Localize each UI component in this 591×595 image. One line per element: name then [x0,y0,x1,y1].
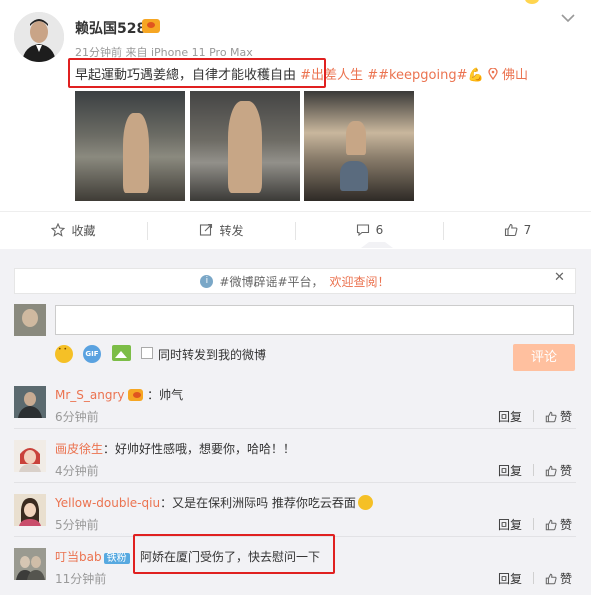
author-avatar[interactable] [14,12,64,62]
divider [533,518,534,530]
comment-divider [14,482,576,483]
comment-line-3: Yellow-double-qiu：又是在保利洲际吗 推荐你吃云吞面 [55,494,373,511]
image-icon[interactable] [112,345,131,361]
commenter-name[interactable]: 画皮徐生 [55,442,103,456]
photo-figure [123,113,149,193]
comment-time: 5分钟前 [55,518,99,532]
commenter-avatar[interactable] [14,494,46,526]
thumbs-up-icon [545,465,557,476]
commenter-name[interactable]: Mr_S_angry [55,388,125,402]
commenter-name[interactable]: 叮当bab [55,550,102,564]
notice-link[interactable]: 欢迎查阅！ [330,273,390,290]
topic-link-2-end[interactable]: # [457,68,468,83]
comment-like-button[interactable]: 赞 [545,408,572,425]
muscle-emoji-icon: 💪 [467,68,484,83]
post-photo-2[interactable] [190,91,300,201]
top-badge-icon [525,0,539,4]
repost-checkbox[interactable] [141,347,153,359]
photo-figure [346,121,366,155]
like-label: 赞 [560,518,573,532]
location-link[interactable]: 佛山 [488,67,529,83]
vip-crown-icon[interactable] [142,19,160,33]
vip-crown-icon [128,389,144,401]
smile-emoji-icon [357,495,373,510]
thumbs-up-icon [545,411,557,422]
like-label: 赞 [560,572,573,586]
comment-line-1: Mr_S_angry ：帅气 [55,386,183,403]
comment-button[interactable]: 6 [296,212,443,248]
thumbs-up-icon [504,223,518,237]
comment-time: 4分钟前 [55,464,99,478]
chevron-down-icon[interactable] [561,12,575,27]
emoji-icon[interactable] [55,345,73,363]
commenter-avatar[interactable] [14,440,46,472]
commenter-name[interactable]: Yellow-double-qiu [55,496,160,510]
repost-icon [200,223,213,236]
repost-button[interactable]: 转发 [148,212,295,248]
photo-figure [228,101,262,193]
commenter-avatar[interactable] [14,386,46,418]
location-label: 佛山 [502,68,529,83]
topic-link-2[interactable]: ##keepgoing [367,68,456,83]
highlight-box-comment [133,534,335,574]
reply-button[interactable]: 回复 [498,408,522,425]
comment-like-button[interactable]: 赞 [545,570,572,587]
star-icon [51,223,66,237]
fan-badge: 铁粉 [103,553,130,564]
comment-line-2: 画皮徐生：好帅好性感哦，想要你，哈哈！！ [55,440,295,457]
author-name[interactable]: 赖弘国528 [75,18,146,38]
commenter-avatar[interactable] [14,548,46,580]
photo-figure [340,161,368,191]
reply-button[interactable]: 回复 [498,570,522,587]
favorite-button[interactable]: 收藏 [0,212,147,248]
info-icon: i [200,274,214,288]
reply-button[interactable]: 回复 [498,516,522,533]
my-avatar[interactable] [14,304,46,336]
notice-text: #微博辟谣#平台， [219,274,324,289]
comment-divider [14,428,576,429]
divider [533,464,534,476]
gif-icon[interactable]: GIF [83,345,101,363]
repost-checkbox-label: 同时转发到我的微博 [158,348,267,362]
thumbs-up-icon [545,573,557,584]
comment-like-button[interactable]: 赞 [545,462,572,479]
comment-time: 6分钟前 [55,410,99,424]
like-label: 赞 [560,464,573,478]
comment-time: 11分钟前 [55,572,107,586]
divider [533,572,534,584]
post-photo-3[interactable] [304,91,414,201]
repost-label: 转发 [219,223,244,238]
comment-count: 6 [375,223,384,237]
location-pin-icon [488,67,498,81]
comment-line-4-name: 叮当bab 铁粉 [55,548,130,565]
divider [533,410,534,422]
comment-text: ：好帅好性感哦，想要你，哈哈！！ [103,442,296,456]
comment-text: ：帅气 [147,388,184,402]
comment-icon [356,224,369,237]
thumbs-up-icon [545,519,557,530]
comment-like-button[interactable]: 赞 [545,516,572,533]
notice-banner: i #微博辟谣#平台， 欢迎查阅！ [14,268,576,294]
like-label: 赞 [560,410,573,424]
highlight-box-post [68,58,326,88]
comment-input[interactable] [55,305,574,335]
reply-button[interactable]: 回复 [498,462,522,479]
like-count: 7 [523,223,532,237]
like-button[interactable]: 7 [444,212,591,248]
comment-text: ：又是在保利洲际吗 推荐你吃云吞面 [160,496,356,510]
submit-comment-button[interactable]: 评论 [513,344,575,371]
post-photo-1[interactable] [75,91,185,201]
favorite-label: 收藏 [71,223,96,238]
close-icon[interactable]: ✕ [554,270,565,285]
